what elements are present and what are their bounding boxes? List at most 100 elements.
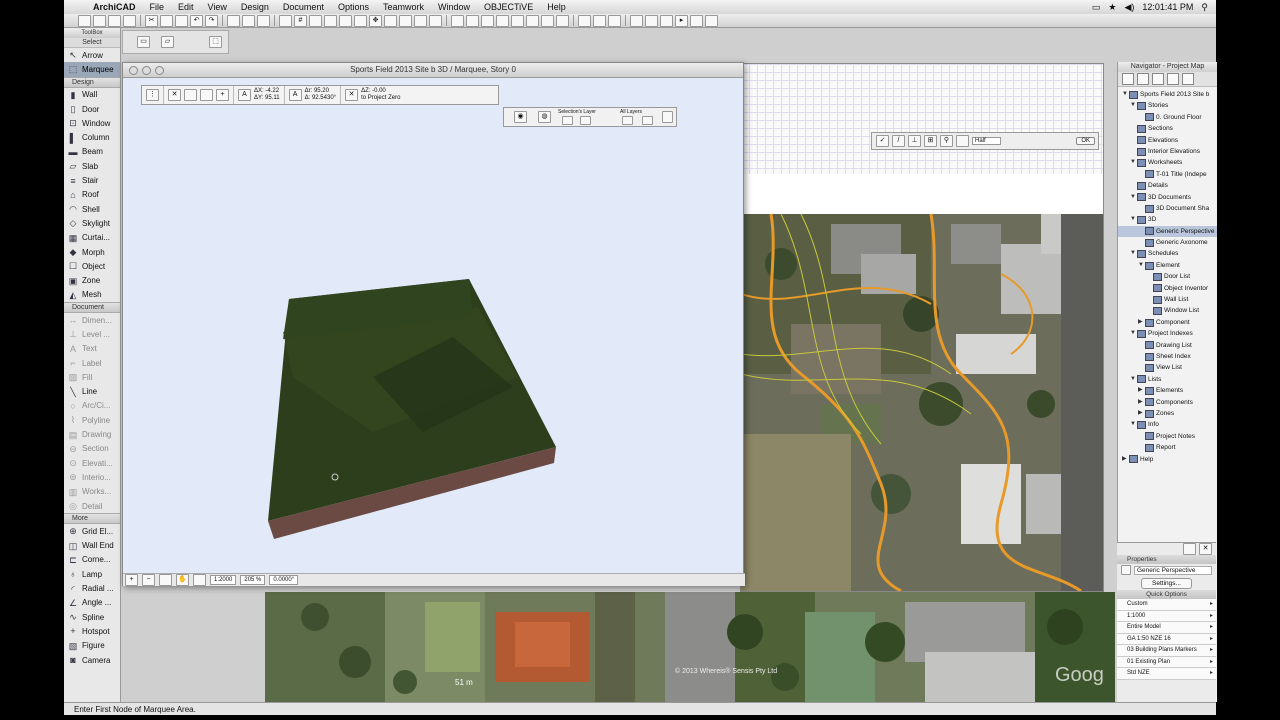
tool-zone[interactable]: ▣ Zone <box>64 273 120 287</box>
cut-icon[interactable]: ✂ <box>145 14 158 27</box>
disclosure-closed-icon[interactable]: ▶ <box>1138 317 1145 328</box>
ok-button[interactable]: OK <box>1076 137 1095 145</box>
tool-curtai[interactable]: ▦ Curtai... <box>64 231 120 245</box>
toolbox-more-header[interactable]: More <box>64 513 120 525</box>
zoom-field[interactable]: 205 % <box>240 575 266 585</box>
tree-item[interactable]: ▼ 3D Documents <box>1118 192 1217 203</box>
properties-value[interactable]: Generic Perspective <box>1134 565 1212 575</box>
go-icon[interactable]: ▸ <box>675 14 688 27</box>
tool-shell[interactable]: ◠ Shell <box>64 202 120 216</box>
hotlink-icon[interactable] <box>541 14 554 27</box>
tool-arc-ci[interactable]: ○ Arc/Ci... <box>64 399 120 413</box>
tree-item[interactable]: Generic Perspective <box>1118 225 1217 238</box>
tree-item[interactable]: ▶ Component <box>1118 317 1217 328</box>
clock[interactable]: 12:01:41 PM <box>1142 2 1193 12</box>
delete-icon[interactable]: ✕ <box>1199 543 1212 555</box>
menu-view[interactable]: View <box>201 0 234 14</box>
close-window-icon[interactable] <box>129 66 138 75</box>
volume-icon[interactable]: ◀) <box>1124 2 1134 13</box>
tree-item[interactable]: 0. Ground Floor <box>1118 112 1217 123</box>
structure-icon[interactable] <box>645 14 658 27</box>
inject-icon[interactable] <box>257 14 270 27</box>
menu-objective[interactable]: OBJECTiVE <box>477 0 540 14</box>
disclosure-closed-icon[interactable]: ▶ <box>1122 454 1129 465</box>
3d-window-titlebar[interactable]: Sports Field 2013 Site b 3D / Marquee, S… <box>123 63 743 78</box>
tool-roof[interactable]: ⌂ Roof <box>64 188 120 202</box>
disclosure-open-icon[interactable]: ▼ <box>1130 419 1137 430</box>
screen-share-icon[interactable]: ▭ <box>1092 2 1101 13</box>
guide-line-icon[interactable]: / <box>892 135 905 147</box>
tool-slab[interactable]: ▱ Slab <box>64 159 120 173</box>
3d-window[interactable]: Sports Field 2013 Site b 3D / Marquee, S… <box>122 62 745 586</box>
tree-item[interactable]: Door List <box>1118 271 1217 282</box>
disclosure-closed-icon[interactable]: ▶ <box>1138 397 1145 408</box>
zoom-window-icon[interactable] <box>155 66 164 75</box>
tool-column[interactable]: ▌ Column <box>64 130 120 144</box>
tree-item[interactable]: ▶ Help <box>1118 454 1217 465</box>
tool-level[interactable]: ⊥ Level ... <box>64 327 120 341</box>
snap-icon[interactable]: ✓ <box>876 135 889 147</box>
tool-line[interactable]: ╲ Line <box>64 385 120 399</box>
tool-section[interactable]: ⊖ Section <box>64 442 120 456</box>
tool-wall[interactable]: ▮ Wall <box>64 88 120 102</box>
render-icon[interactable] <box>608 14 621 27</box>
scale-field[interactable]: 1:2000 <box>210 575 237 585</box>
tree-item[interactable]: Drawing List <box>1118 340 1217 351</box>
pick-up-icon[interactable] <box>242 14 255 27</box>
tree-item[interactable]: Wall List <box>1118 294 1217 305</box>
zoom-in-icon[interactable]: + <box>125 574 138 586</box>
tool-arrow[interactable]: ↖ Arrow <box>64 48 120 62</box>
undo-icon[interactable]: ↶ <box>190 14 203 27</box>
tool-stair[interactable]: ≡ Stair <box>64 173 120 187</box>
pan-icon[interactable]: ✋ <box>176 574 189 586</box>
tree-item[interactable]: 3D Document Sha <box>1118 203 1217 214</box>
tree-item[interactable]: ▶ Elements <box>1118 385 1217 396</box>
tool-skylight[interactable]: ◇ Skylight <box>64 216 120 230</box>
perpendicular-icon[interactable]: ⊥ <box>908 135 921 147</box>
teamwork-icon[interactable] <box>556 14 569 27</box>
orbit-icon[interactable] <box>660 14 673 27</box>
grid-icon[interactable] <box>309 14 322 27</box>
open-file-icon[interactable] <box>93 14 106 27</box>
gravity-icon[interactable] <box>279 14 292 27</box>
settings-button[interactable]: Settings... <box>1141 577 1192 589</box>
tree-item[interactable]: Report <box>1118 442 1217 453</box>
disclosure-open-icon[interactable]: ▼ <box>1130 214 1137 225</box>
spotlight-icon[interactable]: ⚲ <box>1201 2 1208 13</box>
tool-radial[interactable]: ◜ Radial ... <box>64 581 120 595</box>
tree-item[interactable]: Project Notes <box>1118 431 1217 442</box>
quick-option-select[interactable]: Custom <box>1117 599 1216 611</box>
tool-window[interactable]: ⊡ Window <box>64 116 120 130</box>
tool-wall-end[interactable]: ◫ Wall End <box>64 539 120 553</box>
find-select-icon[interactable] <box>227 14 240 27</box>
intersect-icon[interactable] <box>414 14 427 27</box>
elevate-icon[interactable] <box>354 14 367 27</box>
tree-item[interactable]: Elevations <box>1118 135 1217 146</box>
tree-item[interactable]: ▶ Components <box>1118 397 1217 408</box>
zoom-icon[interactable]: ⚲ <box>940 135 953 147</box>
tool-camera[interactable]: ◙ Camera <box>64 653 120 667</box>
tool-fill[interactable]: ▨ Fill <box>64 370 120 384</box>
walk-icon[interactable] <box>705 14 718 27</box>
orbit-icon[interactable] <box>193 574 206 586</box>
tree-item[interactable]: Interior Elevations <box>1118 146 1217 157</box>
ruler-icon[interactable] <box>956 135 969 147</box>
disclosure-open-icon[interactable]: ▼ <box>1130 100 1137 111</box>
menu-teamwork[interactable]: Teamwork <box>376 0 431 14</box>
tree-item[interactable]: Sheet Index <box>1118 351 1217 362</box>
tree-item[interactable]: T-01 Title (Indepe <box>1118 169 1217 180</box>
disclosure-open-icon[interactable]: ▼ <box>1138 260 1145 271</box>
tool-spline[interactable]: ∿ Spline <box>64 610 120 624</box>
adjust-icon[interactable] <box>399 14 412 27</box>
tool-corne[interactable]: ⊏ Corne... <box>64 553 120 567</box>
plan-window[interactable]: ✓ / ⊥ ⊞ ⚲ Half OK <box>740 63 1104 592</box>
tool-works[interactable]: ▥ Works... <box>64 485 120 499</box>
move-icon[interactable]: ✥ <box>369 14 382 27</box>
split-icon[interactable] <box>384 14 397 27</box>
tool-grid-el[interactable]: ⊕ Grid El... <box>64 524 120 538</box>
tool-marquee[interactable]: ⬚ Marquee <box>64 62 120 77</box>
view-map-icon[interactable] <box>1137 73 1149 85</box>
copy-icon[interactable] <box>160 14 173 27</box>
menu-edit[interactable]: Edit <box>171 0 201 14</box>
tool-door[interactable]: ▯ Door <box>64 102 120 116</box>
